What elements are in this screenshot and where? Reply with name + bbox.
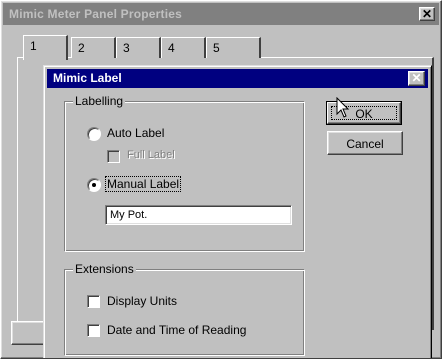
full-label-text[interactable]: Full Label bbox=[127, 149, 175, 161]
auto-label-text[interactable]: Auto Label bbox=[107, 126, 164, 140]
date-time-text[interactable]: Date and Time of Reading bbox=[107, 323, 246, 337]
date-time-checkbox[interactable] bbox=[87, 324, 100, 337]
tab-3-label: 3 bbox=[123, 41, 130, 55]
tab-3[interactable]: 3 bbox=[116, 37, 161, 58]
manual-label-input[interactable]: My Pot. bbox=[105, 205, 292, 225]
outer-window-title: Mimic Meter Panel Properties bbox=[9, 7, 182, 21]
manual-label-text[interactable]: Manual Label bbox=[105, 176, 182, 192]
labelling-group-label: Labelling bbox=[73, 94, 126, 108]
extensions-group: Extensions Display Units Date and Time o… bbox=[64, 262, 305, 356]
full-label-checkbox[interactable] bbox=[107, 150, 120, 163]
outer-titlebar[interactable]: Mimic Meter Panel Properties ✕ bbox=[3, 3, 439, 25]
manual-label-value: My Pot. bbox=[110, 209, 148, 221]
tab-4[interactable]: 4 bbox=[161, 37, 206, 58]
cancel-button[interactable]: Cancel bbox=[327, 131, 403, 155]
dialog-title: Mimic Label bbox=[53, 71, 122, 85]
display-units-checkbox[interactable] bbox=[87, 295, 100, 308]
arrow-pointer-icon bbox=[336, 97, 350, 118]
tab-1[interactable]: 1 bbox=[23, 35, 68, 60]
tab-5[interactable]: 5 bbox=[206, 37, 261, 58]
dialog-titlebar[interactable]: Mimic Label ✕ bbox=[47, 69, 428, 88]
dialog-close-icon[interactable]: ✕ bbox=[408, 71, 425, 86]
manual-label-radio[interactable] bbox=[87, 178, 101, 192]
tab-2[interactable]: 2 bbox=[71, 37, 116, 58]
extensions-group-label: Extensions bbox=[73, 262, 136, 276]
tab-4-label: 4 bbox=[168, 41, 175, 55]
labelling-group: Labelling Auto Label Full Label Manual L… bbox=[64, 94, 305, 252]
cancel-button-label: Cancel bbox=[346, 137, 384, 151]
display-units-text[interactable]: Display Units bbox=[107, 294, 177, 308]
tab-2-label: 2 bbox=[78, 41, 85, 55]
mimic-label-dialog: Mimic Label ✕ Labelling Auto Label Full … bbox=[43, 65, 432, 358]
outer-close-icon[interactable]: ✕ bbox=[419, 7, 435, 21]
tab-5-label: 5 bbox=[213, 41, 220, 55]
tab-1-label: 1 bbox=[30, 39, 37, 53]
auto-label-radio[interactable] bbox=[87, 127, 101, 141]
radio-selected-dot bbox=[92, 183, 96, 187]
